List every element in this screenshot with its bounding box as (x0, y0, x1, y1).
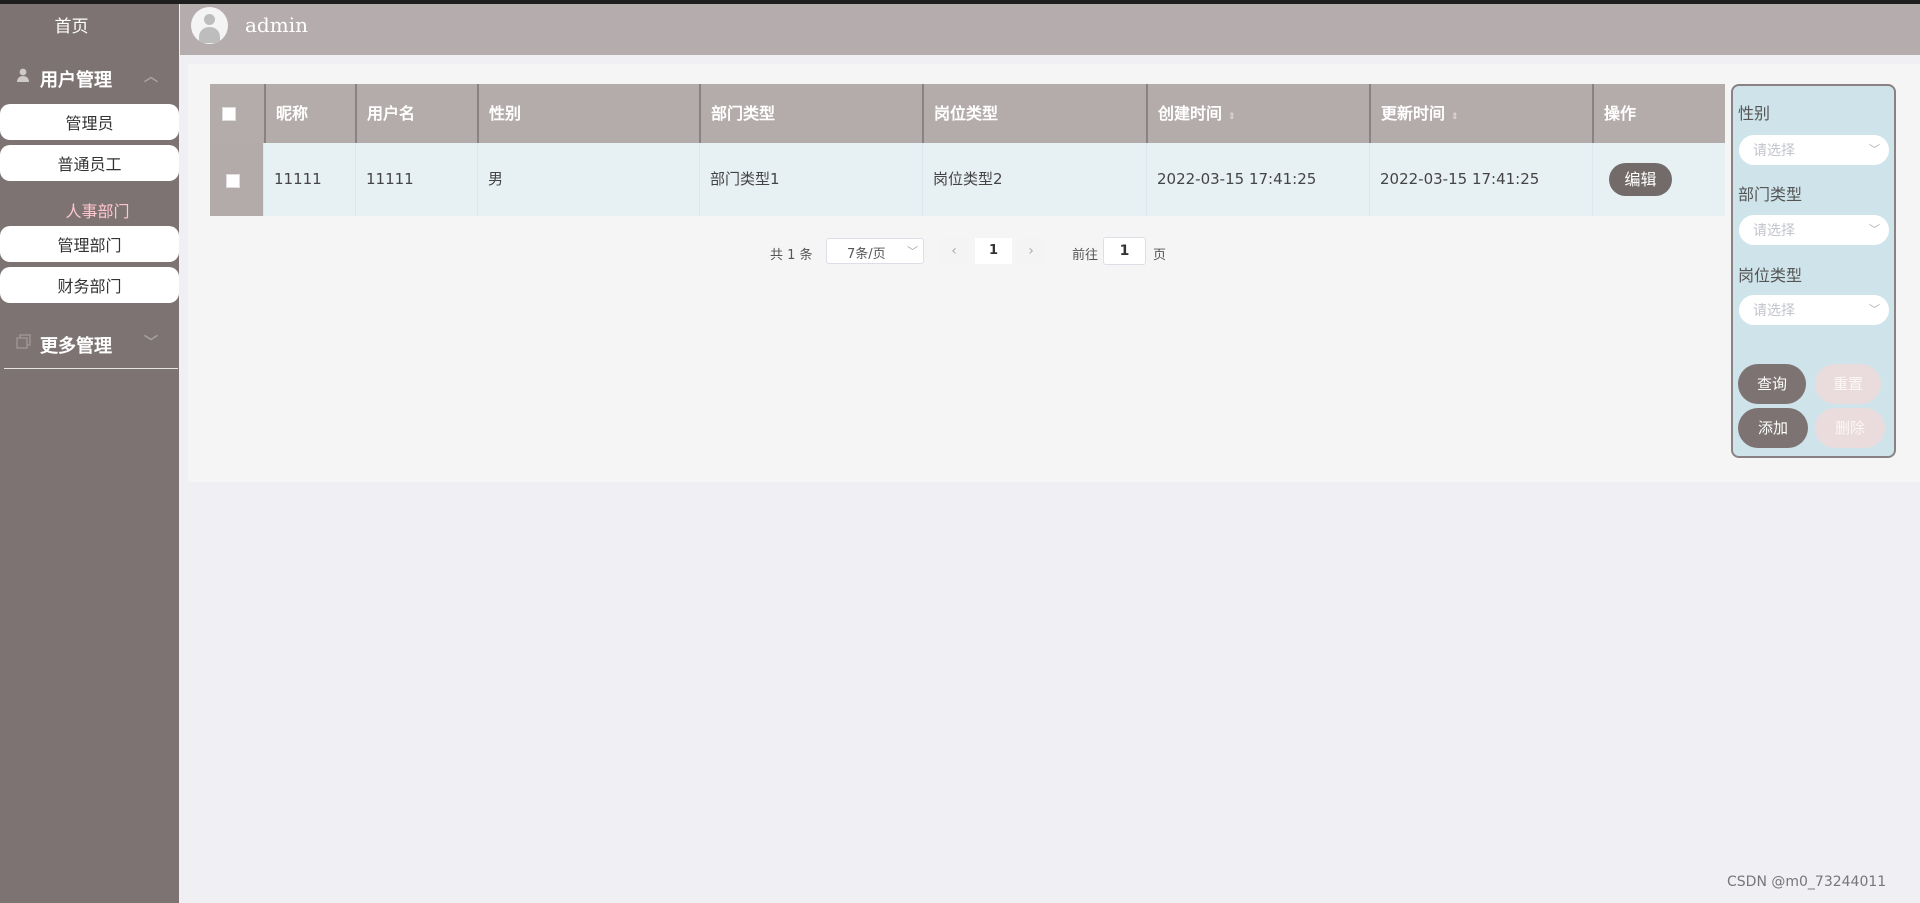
chevron-down-icon: ﹀ (144, 335, 158, 351)
cell-position-type: 岗位类型2 (922, 143, 1146, 216)
column-header-gender: 性别 (477, 84, 699, 143)
select-placeholder: 请选择 (1753, 303, 1795, 319)
sidebar-item-management-department[interactable]: 管理部门 (0, 226, 179, 262)
goto-page-input[interactable] (1103, 237, 1146, 265)
chevron-down-icon: ﹀ (907, 245, 918, 258)
column-header-created-at[interactable]: 创建时间 ⇕ (1146, 84, 1369, 143)
sidebar-item-admins[interactable]: 管理员 (0, 104, 179, 140)
reset-button[interactable]: 重置 (1815, 364, 1881, 404)
add-button[interactable]: 添加 (1738, 408, 1808, 448)
column-header-label: 更新时间 (1381, 104, 1446, 123)
page-size-select[interactable]: 7条/页 ﹀ (826, 238, 924, 264)
sidebar-group-label: 用户管理 (40, 70, 112, 91)
row-select-cell (210, 143, 263, 216)
watermark: CSDN @m0_73244011 (1727, 874, 1887, 890)
column-header-username: 用户名 (355, 84, 477, 143)
page-size-value: 7条/页 (847, 247, 886, 262)
sort-icon[interactable]: ⇕ (1228, 112, 1236, 122)
avatar-head (204, 14, 215, 25)
row-checkbox[interactable] (226, 174, 240, 188)
chevron-down-icon: ﹀ (1869, 223, 1880, 236)
sidebar-group-label: 更多管理 (40, 336, 112, 357)
query-button[interactable]: 查询 (1738, 364, 1806, 404)
sidebar-item-finance-department[interactable]: 财务部门 (0, 267, 179, 303)
sidebar-group-more-management[interactable]: 更多管理 ﹀ (0, 326, 179, 362)
gender-select[interactable]: 请选择 ﹀ (1739, 135, 1889, 165)
select-all-cell (210, 84, 264, 143)
select-placeholder: 请选择 (1753, 223, 1795, 239)
sidebar-divider (4, 368, 178, 369)
copy-icon (16, 334, 32, 350)
cell-updated-at: 2022-03-15 17:41:25 (1369, 143, 1592, 216)
cell-gender: 男 (477, 143, 699, 216)
column-header-department-type: 部门类型 (699, 84, 922, 143)
sort-icon[interactable]: ⇕ (1451, 112, 1459, 122)
current-page-number[interactable]: 1 (975, 238, 1012, 264)
chevron-down-icon: ﹀ (1869, 143, 1880, 156)
cell-created-at: 2022-03-15 17:41:25 (1146, 143, 1369, 216)
cell-nickname: 11111 (263, 143, 355, 216)
table-header: 昵称 用户名 性别 部门类型 岗位类型 创建时间 ⇕ 更新时间 ⇕ 操作 (210, 84, 1725, 143)
avatar-body (199, 27, 220, 43)
filter-label-department-type: 部门类型 (1738, 185, 1803, 204)
delete-button[interactable]: 删除 (1815, 408, 1885, 448)
cell-username: 11111 (355, 143, 477, 216)
goto-label: 前往 (1072, 248, 1099, 263)
department-type-select[interactable]: 请选择 ﹀ (1739, 215, 1889, 245)
column-header-label: 创建时间 (1158, 104, 1223, 123)
chevron-down-icon: ﹀ (1869, 303, 1880, 316)
column-header-actions: 操作 (1592, 84, 1725, 143)
column-header-position-type: 岗位类型 (922, 84, 1146, 143)
next-page-button[interactable]: › (1016, 238, 1046, 264)
user-icon (16, 68, 32, 84)
edit-button[interactable]: 编辑 (1609, 163, 1672, 196)
position-type-select[interactable]: 请选择 ﹀ (1739, 295, 1889, 325)
sidebar: 首页 用户管理 ︿ 管理员 普通员工 人事部门 管理部门 财务部门 更多管理 ﹀ (0, 4, 179, 903)
cell-actions: 编辑 (1592, 143, 1725, 216)
sidebar-item-employees[interactable]: 普通员工 (0, 145, 179, 181)
page-unit-label: 页 (1153, 248, 1167, 263)
column-header-updated-at[interactable]: 更新时间 ⇕ (1369, 84, 1592, 143)
chevron-up-icon: ︿ (144, 69, 158, 85)
sidebar-item-home[interactable]: 首页 (0, 12, 143, 37)
select-all-checkbox[interactable] (222, 107, 236, 121)
table-row[interactable]: 11111 11111 男 部门类型1 岗位类型2 2022-03-15 17:… (210, 143, 1725, 216)
header-username[interactable]: admin (245, 13, 308, 37)
select-placeholder: 请选择 (1753, 143, 1795, 159)
header: admin (180, 4, 1920, 55)
filter-label-position-type: 岗位类型 (1738, 266, 1803, 285)
cell-department-type: 部门类型1 (699, 143, 922, 216)
filter-panel: 性别 请选择 ﹀ 部门类型 请选择 ﹀ 岗位类型 请选择 ﹀ 查询 重置 添加 … (1731, 84, 1896, 458)
sidebar-item-hr-department[interactable]: 人事部门 (0, 198, 195, 222)
prev-page-button[interactable]: ‹ (939, 238, 969, 264)
pagination-total: 共 1 条 (770, 248, 813, 263)
avatar[interactable] (191, 7, 228, 44)
sidebar-group-user-management[interactable]: 用户管理 ︿ (0, 60, 179, 96)
column-header-nickname: 昵称 (264, 84, 355, 143)
filter-label-gender: 性别 (1738, 104, 1771, 123)
